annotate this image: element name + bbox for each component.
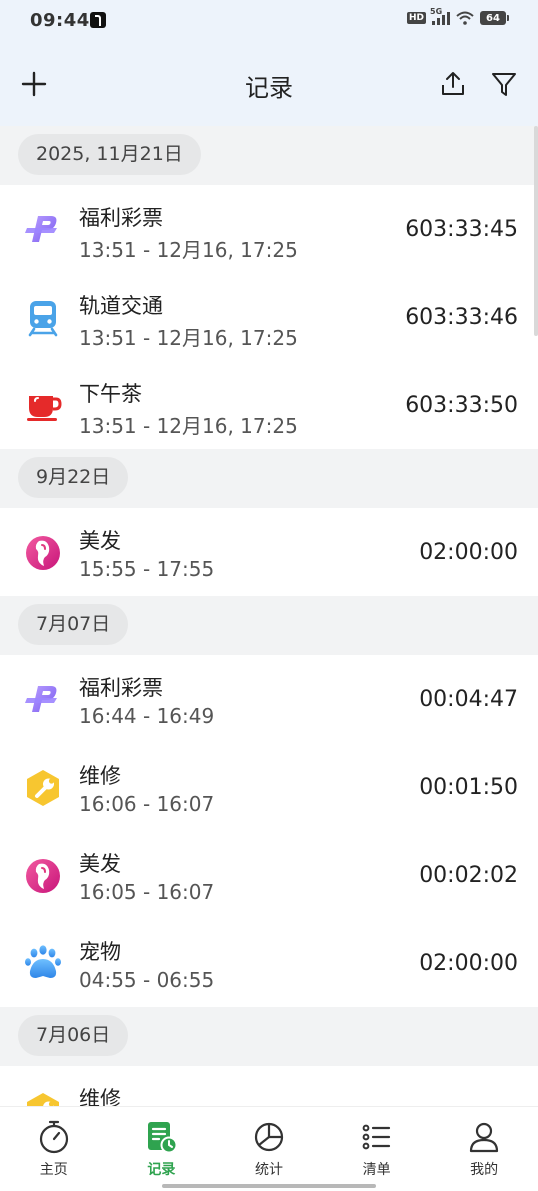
record-duration: 603:33:46 (405, 305, 518, 330)
record-name: 下午茶 (79, 382, 142, 406)
status-icons: HD 5G 64 (406, 7, 509, 25)
record-row[interactable]: 福利彩票 13:51 - 12月16, 17:25 603:33:45 (0, 185, 538, 273)
date-section-header: 9月22日 (0, 449, 538, 508)
record-row[interactable]: 维修 16:06 - 16:07 00:01:50 (0, 743, 538, 831)
nav-label: 记录 (147, 1162, 176, 1178)
records-list[interactable]: 2025, 11月21日福利彩票 13:51 - 12月16, 17:25 603:… (0, 126, 538, 1106)
wifi-icon (456, 11, 474, 25)
record-row[interactable]: 宠物 04:55 - 06:55 02:00:00 (0, 919, 538, 1007)
network-type: 5G (430, 7, 443, 16)
record-time-range: 13:51 - 12月16, 17:25 (79, 326, 298, 350)
list-icon (359, 1119, 395, 1155)
record-time-range: 13:51 - 12月16, 17:25 (79, 414, 298, 438)
pie-chart-icon (251, 1119, 287, 1155)
record-time-range: 16:44 - 16:49 (79, 704, 215, 728)
record-row[interactable]: 轨道交通 13:51 - 12月16, 17:25 603:33:46 (0, 273, 538, 361)
status-bar: 09:44 HD 5G 64 (0, 0, 538, 44)
user-icon (466, 1119, 502, 1155)
teacup-icon (22, 385, 64, 427)
record-name: 福利彩票 (79, 676, 163, 700)
lottery-icon (22, 679, 64, 721)
status-time: 09:44 (30, 10, 90, 31)
train-icon (22, 297, 64, 339)
record-row[interactable]: 福利彩票 16:44 - 16:49 00:04:47 (0, 655, 538, 743)
nav-label: 我的 (470, 1162, 499, 1178)
record-name: 宠物 (79, 940, 121, 964)
wrench-icon (22, 1090, 64, 1106)
nav-item-user[interactable]: 我的 (430, 1107, 538, 1191)
record-icon (143, 1119, 179, 1155)
nav-item-pie-chart[interactable]: 统计 (215, 1107, 323, 1191)
record-duration: 603:33:50 (405, 393, 518, 418)
date-label: 7月07日 (18, 604, 129, 645)
tiktok-notification-icon (90, 12, 106, 28)
bottom-nav: 主页 记录 统计 清单 我的 (0, 1106, 538, 1191)
nav-label: 统计 (254, 1162, 283, 1178)
share-export-icon (442, 72, 464, 95)
record-duration: 02:00:00 (419, 540, 518, 565)
record-group: 福利彩票 13:51 - 12月16, 17:25 603:33:45 轨道交通 13:… (0, 185, 538, 449)
record-duration: 00:04:47 (419, 687, 518, 712)
record-name: 美发 (79, 529, 121, 553)
date-label: 9月22日 (18, 457, 129, 498)
signal-icon: 5G (430, 7, 450, 25)
nav-item-list[interactable]: 清单 (323, 1107, 431, 1191)
nav-label: 主页 (39, 1162, 68, 1178)
battery-icon: 64 (480, 11, 509, 25)
nav-item-stopwatch[interactable]: 主页 (0, 1107, 108, 1191)
record-time-range: 16:05 - 16:07 (79, 880, 215, 904)
record-row[interactable]: 下午茶 13:51 - 12月16, 17:25 603:33:50 (0, 361, 538, 449)
date-section-header: 7月06日 (0, 1007, 538, 1066)
record-name: 美发 (79, 852, 121, 876)
export-button[interactable] (435, 66, 471, 102)
record-group: 福利彩票 16:44 - 16:49 00:04:47 维修 16:06 - 16:07… (0, 655, 538, 1007)
record-time-range: 16:06 - 16:07 (79, 792, 215, 816)
hd-icon: HD (406, 12, 426, 24)
hair-icon (22, 855, 64, 897)
home-indicator[interactable] (162, 1184, 376, 1188)
lottery-icon (22, 209, 64, 251)
date-section-header: 2025, 11月21日 (0, 126, 538, 185)
top-app-bar: 记录 (0, 44, 538, 126)
date-label: 2025, 11月21日 (18, 134, 201, 175)
record-name: 维修 (79, 764, 121, 788)
record-name: 福利彩票 (79, 206, 163, 230)
date-label: 7月06日 (18, 1015, 129, 1056)
filter-button[interactable] (486, 66, 522, 102)
record-row[interactable]: 维修 (0, 1066, 538, 1106)
record-time-range: 04:55 - 06:55 (79, 968, 215, 992)
record-duration: 00:01:50 (419, 775, 518, 800)
record-time-range: 15:55 - 17:55 (79, 557, 215, 581)
record-time-range: 13:51 - 12月16, 17:25 (79, 238, 298, 262)
record-row[interactable]: 美发 15:55 - 17:55 02:00:00 (0, 508, 538, 596)
stopwatch-icon (36, 1119, 72, 1155)
record-row[interactable]: 美发 16:05 - 16:07 00:02:02 (0, 831, 538, 919)
paw-icon (22, 943, 64, 985)
record-name: 轨道交通 (79, 294, 163, 318)
filter-icon (492, 73, 516, 96)
date-section-header: 7月07日 (0, 596, 538, 655)
record-group: 维修 (0, 1066, 538, 1106)
record-group: 美发 15:55 - 17:55 02:00:00 (0, 508, 538, 596)
record-duration: 00:02:02 (419, 863, 518, 888)
record-duration: 603:33:45 (405, 217, 518, 242)
record-name: 维修 (79, 1087, 121, 1106)
wrench-icon (22, 767, 64, 809)
scrollbar[interactable] (534, 126, 538, 336)
nav-item-record[interactable]: 记录 (108, 1107, 216, 1191)
record-duration: 02:00:00 (419, 951, 518, 976)
hair-icon (22, 532, 64, 574)
nav-label: 清单 (362, 1162, 391, 1178)
